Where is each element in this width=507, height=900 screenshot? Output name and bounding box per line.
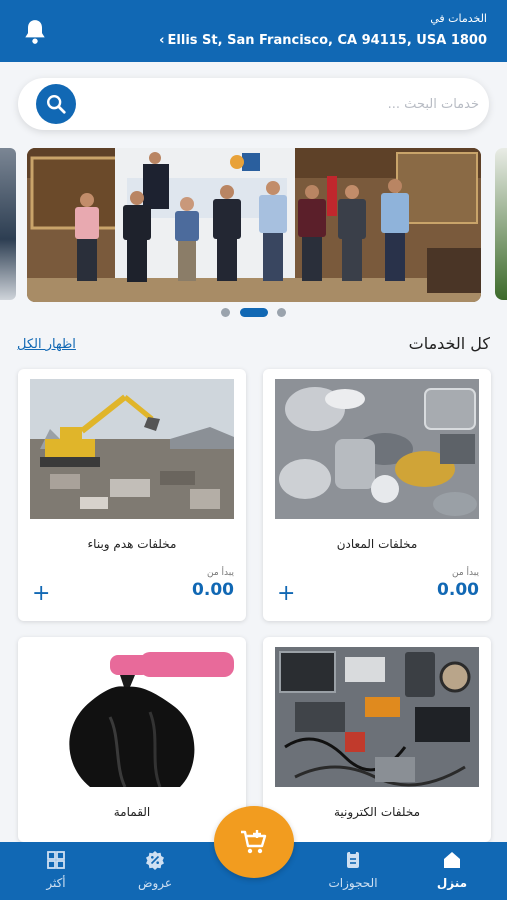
cart-button[interactable] (214, 806, 294, 878)
nav-label: منزل (436, 876, 468, 890)
home-icon (444, 852, 460, 868)
add-icon[interactable]: + (32, 583, 50, 605)
service-image-metal (275, 379, 479, 519)
location-address: Ellis St, San Francisco, CA 94115, USA 1… (167, 33, 487, 48)
next-slide-peek[interactable] (495, 148, 507, 300)
bookings-icon (347, 851, 359, 868)
service-name: مخلفات المعادن (336, 537, 418, 551)
carousel-dot[interactable] (221, 308, 230, 317)
service-price: 0.00 (437, 580, 479, 600)
nav-item-more[interactable]: أكثر (16, 842, 96, 900)
section-title: كل الخدمات (408, 334, 490, 353)
price-caption: يبدأ من (452, 568, 479, 578)
banner-carousel[interactable] (0, 146, 507, 302)
offers-icon (146, 851, 164, 870)
service-card[interactable]: مخلفات الكترونية (263, 637, 491, 842)
carousel-dot[interactable] (277, 308, 286, 317)
nav-label: الحجوزات (328, 876, 378, 890)
search-icon (47, 95, 66, 114)
show-all-link[interactable]: اظهار الكل (17, 337, 76, 352)
nav-label: أكثر (46, 876, 66, 890)
banner-slide-image[interactable] (27, 148, 481, 302)
service-card[interactable]: القمامة (18, 637, 246, 842)
service-card[interactable]: مخلفات المعادن يبدأ من 0.00 + (263, 369, 491, 621)
location-caption: الخدمات في (430, 12, 487, 25)
carousel-indicator (0, 306, 507, 317)
service-image-electronics (275, 647, 479, 787)
service-name: مخلفات الكترونية (333, 805, 421, 819)
chevron-left-icon: ‹ (159, 33, 165, 48)
grid-icon (47, 851, 65, 869)
service-price: 0.00 (192, 580, 234, 600)
prev-slide-peek[interactable] (0, 148, 16, 300)
service-name: القمامة (113, 805, 151, 819)
cart-add-icon (241, 830, 267, 854)
service-image-garbage (30, 647, 234, 787)
location-selector[interactable]: ‹ Ellis St, San Francisco, CA 94115, USA … (159, 33, 487, 48)
price-caption: يبدأ من (207, 568, 234, 578)
service-name: مخلفات هدم وبناء (87, 537, 177, 551)
nav-label: عروض (137, 876, 173, 890)
app-header: الخدمات في ‹ Ellis St, San Francisco, CA … (0, 0, 507, 62)
search-bar (18, 78, 489, 130)
service-card[interactable]: مخلفات هدم وبناء يبدأ من 0.00 + (18, 369, 246, 621)
nav-item-offers[interactable]: عروض (115, 842, 195, 900)
search-button[interactable] (36, 84, 76, 124)
nav-item-bookings[interactable]: الحجوزات (313, 842, 393, 900)
carousel-dot-active[interactable] (240, 308, 268, 317)
add-icon[interactable]: + (277, 583, 295, 605)
bell-icon[interactable] (22, 18, 48, 46)
service-image-demolition (30, 379, 234, 519)
nav-item-home[interactable]: منزل (412, 842, 492, 900)
search-input[interactable] (99, 88, 479, 120)
